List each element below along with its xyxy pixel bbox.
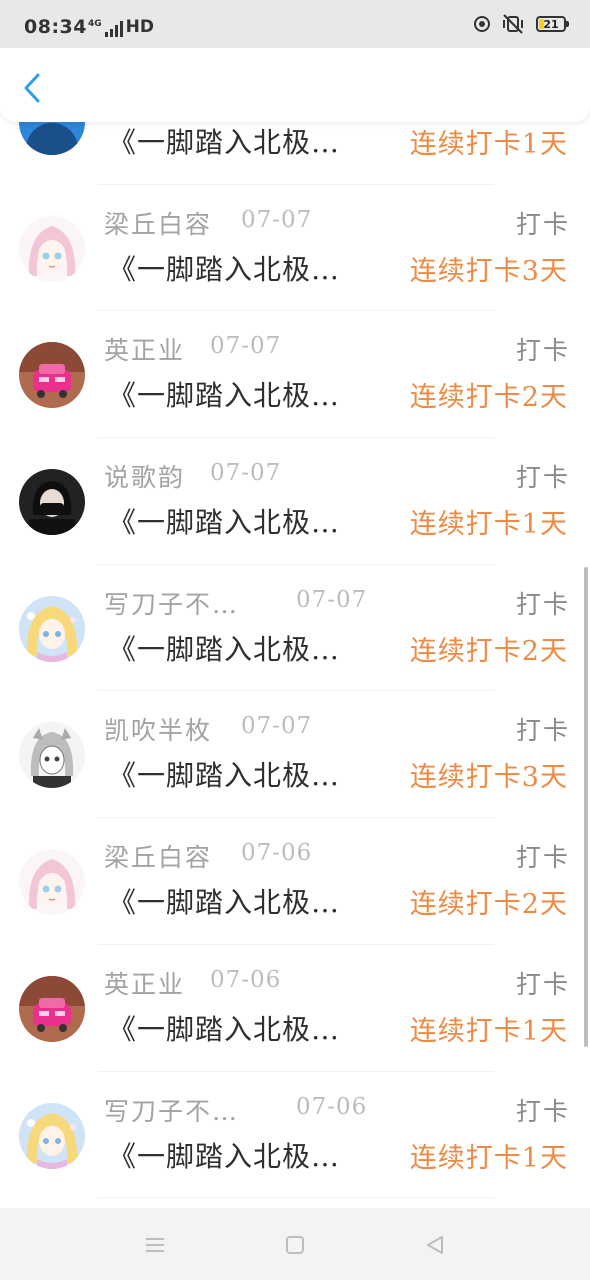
focus-ring-icon (474, 16, 490, 32)
battery-text: 21 (543, 17, 559, 31)
book-title: 《一脚踏入北极… (108, 506, 341, 540)
avatar[interactable] (19, 342, 85, 409)
user-name: 说歌韵 (104, 463, 186, 493)
action-label: 打卡 (515, 463, 570, 493)
network-hd-label: HD (125, 17, 154, 37)
streak-label: 连续打卡2天 (409, 382, 568, 414)
user-name: 写刀子不… (104, 1096, 240, 1126)
avatar[interactable] (19, 722, 85, 789)
battery-icon: 21 (536, 16, 569, 32)
list-item[interactable]: 写刀子不… 07-06 打卡《一脚踏入北极… 连续打卡1天 (0, 1072, 590, 1199)
list-item[interactable]: 梁丘白容 07-07 打卡《一脚踏入北极… 连续打卡3天 (0, 185, 590, 312)
streak-label: 连续打卡1天 (409, 1015, 568, 1047)
avatar[interactable] (19, 469, 85, 536)
action-label: 打卡 (515, 336, 570, 366)
action-label: 打卡 (515, 589, 570, 619)
status-icons: 21 (474, 14, 569, 34)
streak-label: 连续打卡3天 (409, 762, 568, 794)
avatar[interactable] (19, 1102, 85, 1169)
post-date: 07-06 (210, 966, 282, 993)
avatar[interactable] (19, 595, 85, 662)
post-date: 07-07 (210, 460, 282, 487)
streak-label: 连续打卡3天 (409, 255, 568, 287)
list-item[interactable]: 英正业 07-07 打卡《一脚踏入北极… 连续打卡2天 (0, 311, 590, 438)
book-title: 《一脚踏入北极… (108, 759, 341, 793)
post-date: 07-06 (296, 1093, 368, 1120)
menu-button[interactable] (142, 1232, 168, 1258)
avatar[interactable] (19, 215, 85, 282)
network-indicator: 4G HD (88, 17, 154, 37)
status-time: 08:34 (24, 16, 87, 38)
list-item[interactable]: 英正业 07-06 打卡《一脚踏入北极… 连续打卡1天 (0, 945, 590, 1072)
action-label: 打卡 (515, 843, 570, 873)
back-triangle-icon (427, 1236, 443, 1254)
book-title: 《一脚踏入北极… (108, 252, 341, 286)
user-name: 梁丘白容 (104, 209, 213, 239)
checkin-list: 打卡《一脚踏入北极…连续打卡1天梁丘白容07-07打卡《一脚踏入北极…连续打卡3… (0, 58, 590, 1280)
book-title: 《一脚踏入北极… (108, 126, 341, 159)
home-button[interactable] (282, 1232, 308, 1258)
user-name: 英正业 (104, 969, 186, 999)
streak-label: 连续打卡2天 (409, 889, 568, 921)
action-label: 打卡 (515, 969, 570, 999)
action-label: 打卡 (515, 1096, 570, 1126)
list-item[interactable]: 凯吹半枚 07-07 打卡《一脚踏入北极… 连续打卡3天 (0, 691, 590, 818)
back-button[interactable] (14, 68, 50, 108)
streak-label: 连续打卡1天 (409, 1142, 568, 1174)
book-title: 《一脚踏入北极… (108, 886, 341, 920)
book-title: 《一脚踏入北极… (108, 379, 341, 413)
header-bar (0, 48, 590, 122)
user-name: 写刀子不… (104, 589, 240, 619)
post-date: 07-06 (241, 840, 313, 867)
avatar[interactable] (19, 849, 85, 916)
streak-label: 连续打卡2天 (409, 635, 568, 667)
user-name: 凯吹半枚 (104, 716, 213, 746)
post-date: 07-07 (210, 333, 282, 360)
book-title: 《一脚踏入北极… (108, 1012, 341, 1046)
user-name: 梁丘白容 (104, 843, 213, 873)
status-bar: 08:34 4G HD 21 (0, 0, 590, 48)
avatar[interactable] (19, 975, 85, 1042)
mute-vibrate-icon (503, 14, 523, 34)
post-date: 07-07 (296, 586, 368, 613)
list-item[interactable]: 梁丘白容 07-06 打卡《一脚踏入北极… 连续打卡2天 (0, 818, 590, 945)
scrollbar[interactable] (584, 567, 588, 1047)
system-nav-bar (0, 1208, 590, 1280)
list-item[interactable]: 说歌韵 07-07 打卡《一脚踏入北极… 连续打卡1天 (0, 438, 590, 565)
home-square-icon (286, 1236, 304, 1254)
streak-label: 连续打卡1天 (409, 129, 568, 160)
book-title: 《一脚踏入北极… (108, 632, 341, 666)
signal-icon (104, 21, 123, 37)
streak-label: 连续打卡1天 (409, 509, 568, 541)
action-label: 打卡 (515, 209, 570, 239)
screen: 08:34 4G HD 21 打卡《一脚踏入北极…连续打卡1天梁丘白容07-07… (0, 0, 590, 1280)
back-nav-button[interactable] (422, 1232, 448, 1258)
network-type-small: 4G (88, 19, 102, 29)
menu-icon (146, 1238, 164, 1252)
user-name: 英正业 (104, 336, 186, 366)
book-title: 《一脚踏入北极… (108, 1139, 341, 1173)
list-item[interactable]: 写刀子不… 07-07 打卡《一脚踏入北极… 连续打卡2天 (0, 565, 590, 692)
post-date: 07-07 (241, 206, 313, 233)
action-label: 打卡 (515, 716, 570, 746)
post-date: 07-07 (241, 713, 313, 740)
chevron-left-icon (24, 73, 40, 103)
